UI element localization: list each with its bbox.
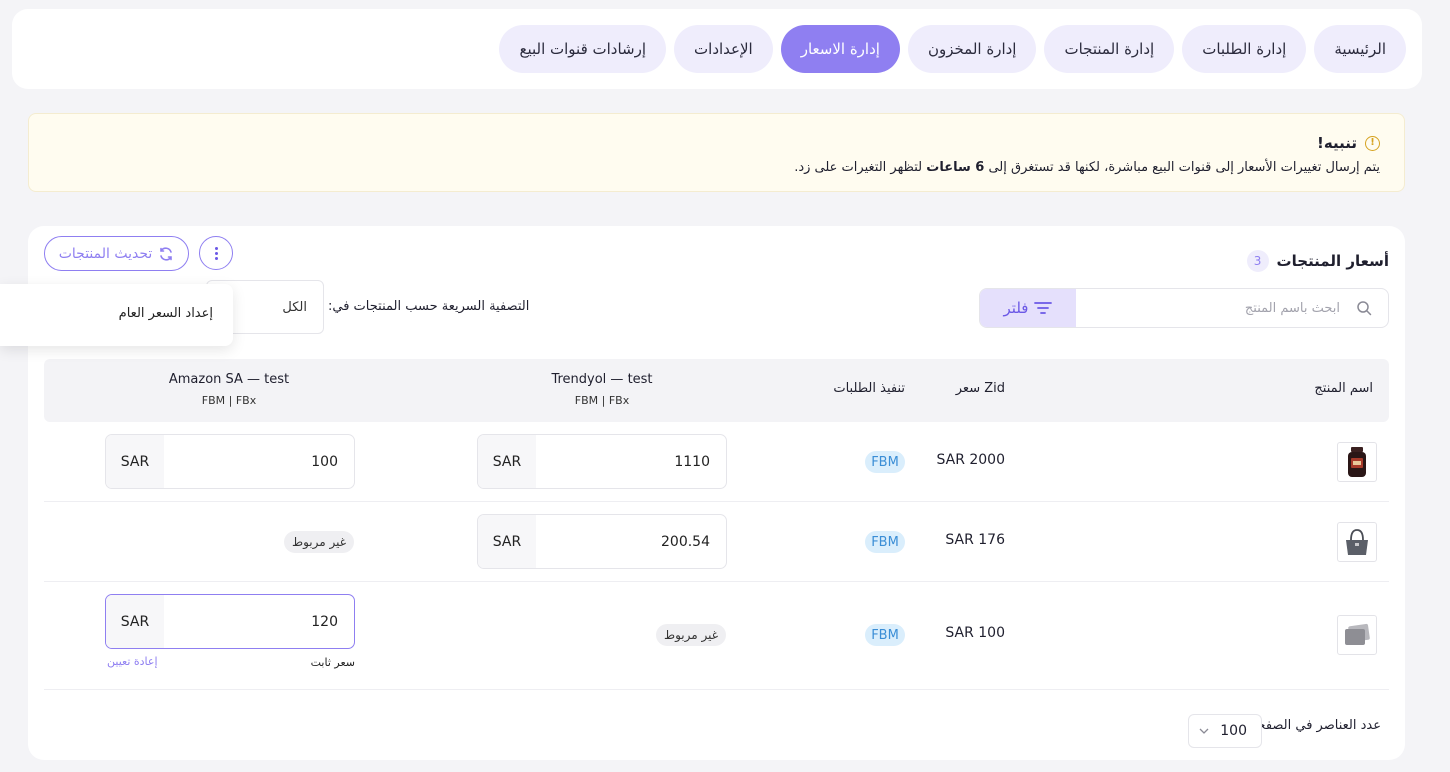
refresh-label: تحديث المنتجات — [58, 245, 153, 262]
placeholder-product-image — [1337, 615, 1377, 655]
currency-label: SAR — [106, 595, 164, 648]
nav-tabs: الرئيسية إدارة الطلبات إدارة المنتجات إد… — [499, 25, 1406, 73]
amazon-price-input[interactable]: SAR 120 — [105, 594, 355, 649]
search-box: فلتر — [979, 288, 1389, 328]
tab-home[interactable]: الرئيسية — [1314, 25, 1406, 73]
amazon-price-input[interactable]: SAR 100 — [105, 434, 355, 489]
table-row: SAR 176 FBM SAR 200.54 غير مربوط — [44, 502, 1389, 582]
zid-price: SAR 2000 — [936, 452, 1005, 468]
refresh-icon — [160, 246, 173, 261]
table-header: اسم المنتج سعر Zid تنفيذ الطلبات Trendyo… — [44, 359, 1389, 422]
fulfillment-badge: FBM — [865, 531, 905, 553]
per-page-value: 100 — [1220, 723, 1247, 739]
chevron-down-icon — [1199, 728, 1209, 734]
image-placeholder-icon — [1345, 623, 1370, 645]
zid-price: SAR 176 — [945, 532, 1005, 548]
header-trendyol: Trendyol — test — [551, 372, 653, 387]
more-options-menu: إعداد السعر العام — [0, 284, 233, 346]
handbag-icon — [1346, 529, 1368, 555]
jar-icon — [1348, 447, 1366, 477]
per-page-select[interactable]: 100 — [1188, 714, 1262, 748]
header-amazon: Amazon SA — test — [168, 372, 290, 387]
fulfillment-badge: FBM — [865, 451, 905, 473]
product-count-badge: 3 — [1246, 250, 1269, 272]
table-row: SAR 100 FBM غير مربوط SAR 120 سعر ثابت إ… — [44, 582, 1389, 690]
card-header: أسعار المنتجات 3 — [1246, 250, 1389, 272]
header-fulfillment: تنفيذ الطلبات — [833, 381, 905, 396]
price-value: 120 — [311, 613, 338, 630]
alert-text-after: لتظهر التغيرات على زد. — [794, 160, 923, 175]
refresh-products-button[interactable]: تحديث المنتجات — [44, 236, 189, 271]
tab-settings[interactable]: الإعدادات — [674, 25, 773, 73]
alert-text-before: يتم إرسال تغييرات الأسعار إلى قنوات البي… — [988, 160, 1380, 175]
tab-products[interactable]: إدارة المنتجات — [1044, 25, 1175, 73]
reset-price-link[interactable]: إعادة تعيين — [107, 655, 158, 668]
search-input[interactable] — [1076, 289, 1388, 327]
quick-filter-label: التصفية السريعة حسب المنتجات في: — [328, 299, 530, 314]
tab-inventory[interactable]: إدارة المخزون — [907, 25, 1037, 73]
header-product-name: اسم المنتج — [1314, 381, 1373, 396]
fulfillment-badge: FBM — [865, 624, 905, 646]
product-prices-card: أسعار المنتجات 3 تحديث المنتجات فلتر الت… — [28, 226, 1405, 760]
alert-title: ! تنبيه! — [1317, 134, 1380, 152]
jar-product-image — [1337, 442, 1377, 482]
filter-button[interactable]: فلتر — [980, 289, 1076, 327]
top-nav: الرئيسية إدارة الطلبات إدارة المنتجات إد… — [12, 9, 1422, 89]
per-page-label: عدد العناصر في الصفحة — [1250, 718, 1381, 733]
alert-message: يتم إرسال تغييرات الأسعار إلى قنوات البي… — [794, 160, 1380, 175]
currency-label: SAR — [478, 515, 536, 568]
header-trendyol-sub: FBM | FBx — [574, 394, 630, 407]
menu-item-global-price-setup[interactable]: إعداد السعر العام — [119, 306, 213, 321]
price-sync-alert: ! تنبيه! يتم إرسال تغييرات الأسعار إلى ق… — [28, 113, 1405, 192]
price-value: 200.54 — [661, 533, 710, 550]
unlinked-badge: غير مربوط — [283, 531, 354, 553]
tab-channel-guide[interactable]: إرشادات قنوات البيع — [499, 25, 667, 73]
trendyol-price-input[interactable]: SAR 1110 — [477, 434, 727, 489]
dot-icon — [214, 256, 218, 260]
dot-icon — [214, 246, 218, 250]
alert-text-bold: 6 ساعات — [926, 160, 985, 175]
trendyol-price-input[interactable]: SAR 200.54 — [477, 514, 727, 569]
unlinked-badge: غير مربوط — [655, 624, 726, 646]
table-row: SAR 2000 FBM SAR 1110 SAR 100 — [44, 422, 1389, 502]
fixed-price-label: سعر ثابت — [310, 656, 355, 669]
filter-icon — [1034, 302, 1053, 314]
filter-label: فلتر — [1003, 299, 1029, 317]
currency-label: SAR — [478, 435, 536, 488]
dot-icon — [214, 251, 218, 255]
card-title: أسعار المنتجات — [1276, 252, 1389, 270]
header-zid-price: سعر Zid — [955, 381, 1005, 396]
tab-pricing[interactable]: إدارة الاسعار — [780, 25, 900, 73]
more-options-button[interactable] — [199, 236, 233, 270]
zid-price: SAR 100 — [945, 625, 1005, 641]
tab-orders[interactable]: إدارة الطلبات — [1182, 25, 1307, 73]
warning-circle-icon: ! — [1365, 135, 1380, 151]
alert-title-text: تنبيه! — [1317, 134, 1357, 152]
currency-label: SAR — [106, 435, 164, 488]
handbag-product-image — [1337, 522, 1377, 562]
header-amazon-sub: FBM | FBx — [201, 394, 257, 407]
price-value: 1110 — [674, 453, 710, 470]
price-value: 100 — [311, 453, 338, 470]
